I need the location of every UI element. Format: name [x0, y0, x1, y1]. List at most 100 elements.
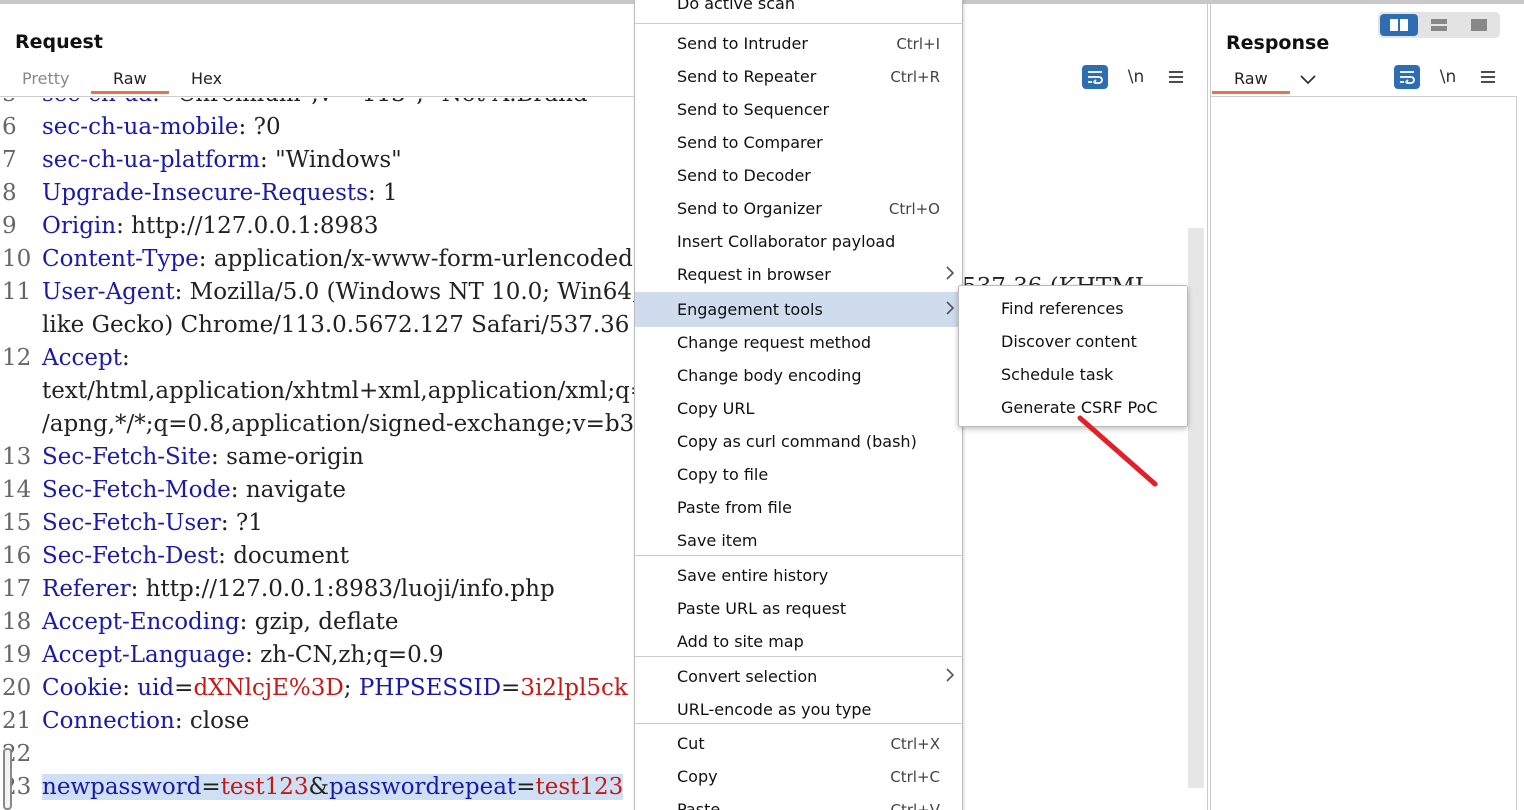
editor-line[interactable]: 15 Sec-Fetch-User: ?1	[0, 510, 634, 543]
menu-item-shortcut: Ctrl+C	[890, 767, 940, 786]
editor-line[interactable]: 23 newpassword=test123&passwordrepeat=tes…	[0, 774, 634, 807]
response-newline-toggle-button[interactable]: \n	[1436, 65, 1460, 89]
line-number: 8	[2, 180, 17, 206]
token-value: : "Windows"	[260, 147, 402, 173]
stacked-view-icon[interactable]	[1420, 14, 1458, 36]
token-value: =	[174, 675, 194, 701]
menu-item-label: Copy as curl command (bash)	[677, 432, 917, 451]
editor-line[interactable]: 5 sec-ch-ua: "Chromium";v="113", "Not-A.B…	[0, 98, 634, 114]
menu-item-insert-collaborator-payload[interactable]: Insert Collaborator payload	[635, 225, 962, 258]
tab-hex[interactable]: Hex	[191, 69, 222, 88]
token-key: Accept	[42, 345, 122, 371]
single-view-icon[interactable]	[1460, 14, 1498, 36]
token-value: =	[501, 675, 521, 701]
response-hamburger-icon[interactable]	[1476, 65, 1500, 89]
editor-line[interactable]: text/html,application/xhtml+xml,applicat…	[0, 378, 634, 411]
editor-line[interactable]: 8 Upgrade-Insecure-Requests: 1	[0, 180, 634, 213]
editor-line[interactable]: 19 Accept-Language: zh-CN,zh;q=0.9	[0, 642, 634, 675]
menu-item-shortcut: Ctrl+V	[890, 800, 940, 810]
token-value: : http://127.0.0.1:8983/luoji/info.php	[130, 576, 555, 602]
wrap-lines-icon[interactable]	[1082, 65, 1108, 89]
submenu-item-discover-content[interactable]: Discover content	[959, 325, 1187, 358]
pane-divider[interactable]	[1207, 4, 1208, 810]
token-value: : same-origin	[211, 444, 364, 470]
menu-item-label: Cut	[677, 734, 705, 753]
menu-item-save-entire-history[interactable]: Save entire history	[635, 559, 962, 592]
menu-item-send-to-decoder[interactable]: Send to Decoder	[635, 159, 962, 192]
menu-item-send-to-organizer[interactable]: Send to Organizer Ctrl+O	[635, 192, 962, 225]
line-number: 19	[2, 642, 32, 668]
line-number: 21	[2, 708, 32, 734]
menu-item-copy-url[interactable]: Copy URL	[635, 392, 962, 425]
submenu-item-generate-csrf-poc[interactable]: Generate CSRF PoC	[959, 391, 1187, 424]
menu-item-copy-to-file[interactable]: Copy to file	[635, 458, 962, 491]
menu-item-send-to-sequencer[interactable]: Send to Sequencer	[635, 93, 962, 126]
editor-cursor-handle[interactable]	[3, 748, 12, 810]
pane-divider-inner	[1210, 4, 1211, 810]
editor-line[interactable]: 6 sec-ch-ua-mobile: ?0	[0, 114, 634, 147]
tab-pretty[interactable]: Pretty	[22, 69, 69, 88]
newline-toggle-button[interactable]: \n	[1124, 65, 1148, 89]
menu-item-save-item[interactable]: Save item	[635, 524, 962, 557]
chevron-down-icon[interactable]	[1296, 68, 1320, 92]
menu-item-paste[interactable]: Paste Ctrl+V	[635, 793, 962, 810]
menu-item-add-to-site-map[interactable]: Add to site map	[635, 625, 962, 658]
chevron-right-icon	[946, 264, 955, 285]
editor-line[interactable]: /apng,*/*;q=0.8,application/signed-excha…	[0, 411, 634, 444]
tab-raw[interactable]: Raw	[113, 69, 147, 88]
token-value: : zh-CN,zh;q=0.9	[245, 642, 444, 668]
line-code: Accept-Encoding: gzip, deflate	[42, 609, 399, 635]
editor-line[interactable]: 18 Accept-Encoding: gzip, deflate	[0, 609, 634, 642]
token-key: uid	[137, 675, 175, 701]
editor-line[interactable]: 17 Referer: http://127.0.0.1:8983/luoji/i…	[0, 576, 634, 609]
menu-item-url-encode-as-you-type[interactable]: URL-encode as you type	[635, 693, 962, 726]
response-right-border	[1516, 96, 1517, 810]
menu-item-paste-from-file[interactable]: Paste from file	[635, 491, 962, 524]
line-code: Content-Type: application/x-www-form-url…	[42, 246, 633, 272]
line-number: 18	[2, 609, 32, 635]
token-key: Sec-Fetch-User	[42, 510, 221, 536]
chevron-right-icon	[946, 299, 955, 320]
menu-item-send-to-intruder[interactable]: Send to Intruder Ctrl+I	[635, 27, 962, 60]
response-tab-raw[interactable]: Raw	[1234, 69, 1268, 88]
menu-item-change-body-encoding[interactable]: Change body encoding	[635, 359, 962, 392]
line-number: 14	[2, 477, 32, 503]
token-value: : gzip, deflate	[239, 609, 399, 635]
chevron-right-icon	[946, 666, 955, 687]
menu-item-send-to-comparer[interactable]: Send to Comparer	[635, 126, 962, 159]
menu-item-send-to-repeater[interactable]: Send to Repeater Ctrl+R	[635, 60, 962, 93]
menu-item-cut[interactable]: Cut Ctrl+X	[635, 727, 962, 760]
line-code: sec-ch-ua-platform: "Windows"	[42, 147, 402, 173]
request-scrollbar[interactable]	[1188, 228, 1204, 788]
response-wrap-lines-icon[interactable]	[1394, 65, 1420, 89]
menu-item-do-active-scan[interactable]: Do active scan	[635, 0, 962, 20]
editor-line[interactable]: 22	[0, 741, 634, 774]
menu-item-copy-as-curl-command-bash[interactable]: Copy as curl command (bash)	[635, 425, 962, 458]
menu-item-label: Send to Sequencer	[677, 100, 830, 119]
editor-line[interactable]: 11 User-Agent: Mozilla/5.0 (Windows NT 10…	[0, 279, 634, 312]
editor-line[interactable]: 21 Connection: close	[0, 708, 634, 741]
line-code: Referer: http://127.0.0.1:8983/luoji/inf…	[42, 576, 555, 602]
editor-line[interactable]: 14 Sec-Fetch-Mode: navigate	[0, 477, 634, 510]
editor-line[interactable]: 20 Cookie: uid=dXNlcjE%3D; PHPSESSID=3i2l…	[0, 675, 634, 708]
menu-item-change-request-method[interactable]: Change request method	[635, 326, 962, 359]
submenu-item-find-references[interactable]: Find references	[959, 292, 1187, 325]
editor-line[interactable]: like Gecko) Chrome/113.0.5672.127 Safari…	[0, 312, 634, 345]
response-tabbar-divider	[1211, 96, 1516, 97]
editor-line[interactable]: 16 Sec-Fetch-Dest: document	[0, 543, 634, 576]
menu-item-convert-selection[interactable]: Convert selection	[635, 660, 962, 693]
menu-item-request-in-browser[interactable]: Request in browser	[635, 258, 962, 291]
menu-item-paste-url-as-request[interactable]: Paste URL as request	[635, 592, 962, 625]
menu-item-copy[interactable]: Copy Ctrl+C	[635, 760, 962, 793]
editor-line[interactable]: 9 Origin: http://127.0.0.1:8983	[0, 213, 634, 246]
editor-line[interactable]: 13 Sec-Fetch-Site: same-origin	[0, 444, 634, 477]
request-editor[interactable]: 5 sec-ch-ua: "Chromium";v="113", "Not-A.B…	[0, 98, 634, 810]
menu-item-engagement-tools[interactable]: Engagement tools	[635, 292, 962, 327]
hamburger-icon[interactable]	[1164, 65, 1188, 89]
editor-line[interactable]: 12 Accept:	[0, 345, 634, 378]
side-by-side-view-icon[interactable]	[1380, 14, 1418, 36]
line-code: Origin: http://127.0.0.1:8983	[42, 213, 378, 239]
editor-line[interactable]: 10 Content-Type: application/x-www-form-u…	[0, 246, 634, 279]
submenu-item-schedule-task[interactable]: Schedule task	[959, 358, 1187, 391]
editor-line[interactable]: 7 sec-ch-ua-platform: "Windows"	[0, 147, 634, 180]
